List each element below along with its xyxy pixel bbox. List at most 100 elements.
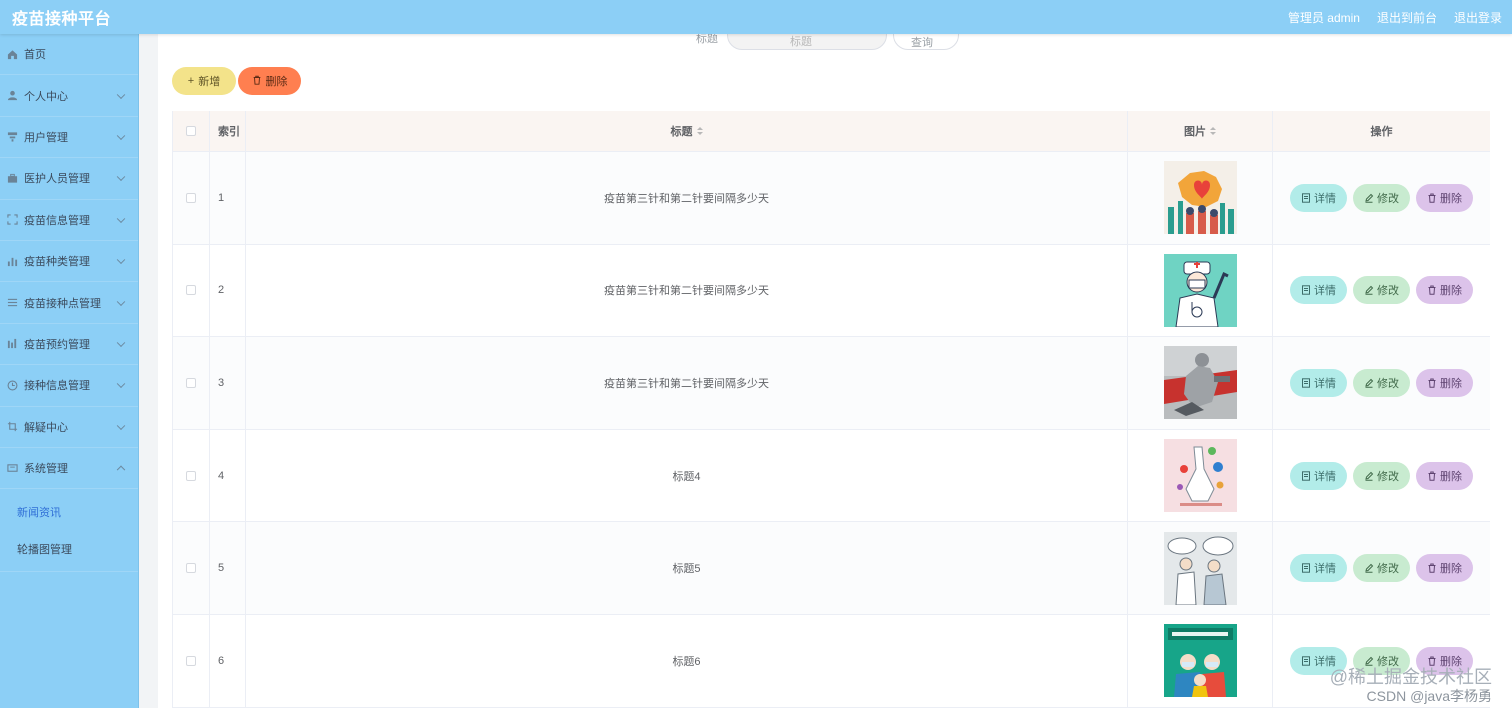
edit-button[interactable]: 修改 [1353, 183, 1410, 212]
table-row: 4 标题4 详情 修改 删除 [173, 429, 1490, 523]
china-map-heart-illustration[interactable] [1163, 161, 1237, 235]
row-image-cell [1128, 337, 1273, 429]
table-row: 5 标题5 详情 修改 删除 [173, 522, 1490, 615]
chevron-down-icon [116, 172, 126, 182]
virus-cleaning-illustration[interactable] [1163, 439, 1237, 513]
row-index: 6 [210, 614, 246, 707]
bar-chart-icon [6, 255, 18, 267]
chevron-down-icon [116, 131, 126, 141]
disinfection-worker-photo[interactable] [1163, 346, 1237, 420]
sidebar-item-label: 医护人员管理 [24, 173, 90, 186]
row-checkbox[interactable] [186, 470, 196, 481]
detail-button[interactable]: 详情 [1290, 276, 1347, 305]
row-select-cell [173, 152, 210, 244]
column-header-index: 索引 [210, 111, 246, 151]
sidebar-item-vaccination-info[interactable]: 接种信息管理 [0, 365, 138, 407]
sort-icon[interactable] [696, 127, 703, 135]
sidebar-item-label: 首页 [24, 49, 46, 62]
sort-icon[interactable] [1210, 127, 1216, 135]
row-checkbox[interactable] [186, 192, 196, 203]
column-header-title-label: 标题 [670, 126, 693, 138]
sidebar-subitem-carousel[interactable]: 轮播图管理 [0, 530, 138, 567]
top-header: 疫苗接种平台 管理员 admin 退出到前台 退出登录 [0, 0, 1512, 34]
edit-button[interactable]: 修改 [1353, 368, 1410, 397]
row-checkbox[interactable] [186, 285, 196, 296]
sidebar-item-system[interactable]: 系统管理 [0, 448, 138, 490]
sidebar-item-personal[interactable]: 个人中心 [0, 75, 138, 117]
back-to-front-link[interactable]: 退出到前台 [1377, 9, 1437, 26]
select-all-checkbox[interactable] [186, 126, 196, 136]
sidebar-item-label: 接种信息管理 [24, 380, 90, 393]
doctor-cartoon-illustration[interactable] [1163, 253, 1237, 327]
row-index: 2 [210, 244, 246, 337]
document-icon [1302, 285, 1310, 296]
chevron-down-icon [116, 379, 126, 389]
sidebar-item-appointment[interactable]: 疫苗预约管理 [0, 324, 138, 366]
sidebar-item-home[interactable]: 首页 [0, 34, 138, 76]
edit-button[interactable]: 修改 [1353, 276, 1410, 305]
home-icon [6, 48, 18, 60]
pencil-icon [1365, 286, 1374, 296]
detail-button[interactable]: 详情 [1290, 368, 1347, 397]
row-image-cell [1128, 522, 1273, 614]
edit-button-label: 修改 [1377, 192, 1399, 205]
current-user[interactable]: 管理员 admin [1288, 9, 1360, 26]
row-image-cell [1128, 429, 1273, 522]
edit-button-label: 修改 [1377, 377, 1399, 390]
sidebar-item-vaccine-type[interactable]: 疫苗种类管理 [0, 241, 138, 283]
column-header-image[interactable]: 图片 [1128, 111, 1273, 151]
row-select-cell [173, 244, 210, 337]
sidebar-item-vaccination-site[interactable]: 疫苗接种点管理 [0, 282, 138, 324]
doctor-patient-sketch[interactable] [1163, 531, 1237, 605]
pencil-icon [1365, 471, 1374, 481]
delete-button[interactable]: 删除 [1416, 461, 1473, 490]
search-button[interactable]: 查询 [893, 34, 959, 50]
table-row: 6 标题6 详情 修改 删除 [173, 614, 1490, 708]
detail-button-label: 详情 [1314, 285, 1336, 298]
delete-button[interactable]: 删除 [1416, 646, 1473, 675]
sidebar-item-vaccine-info[interactable]: 疫苗信息管理 [0, 200, 138, 241]
delete-button[interactable]: 删除 [1416, 554, 1473, 583]
sidebar-item-label: 疫苗预约管理 [24, 338, 90, 351]
logout-link[interactable]: 退出登录 [1454, 9, 1502, 26]
chevron-down-icon [116, 297, 126, 306]
edit-button[interactable]: 修改 [1353, 646, 1410, 675]
detail-button[interactable]: 详情 [1290, 646, 1347, 675]
trash-icon [252, 75, 262, 88]
main-panel: 标题 标题 查询 + 新增 删除 索引 标题 图片 操作 1 疫苗第三针和第二针… [158, 34, 1512, 708]
sidebar-item-users[interactable]: 用户管理 [0, 117, 138, 159]
row-index: 4 [210, 429, 246, 522]
row-checkbox[interactable] [186, 563, 196, 574]
column-header-title[interactable]: 标题 [246, 111, 1128, 151]
sidebar-item-label: 个人中心 [24, 90, 68, 103]
delete-button[interactable]: 删除 [1416, 368, 1473, 397]
row-checkbox[interactable] [186, 377, 196, 388]
brand-title: 疫苗接种平台 [12, 11, 112, 28]
epidemic-prevention-handbook-cover[interactable] [1163, 624, 1237, 698]
edit-button-label: 修改 [1377, 655, 1399, 668]
row-checkbox[interactable] [186, 655, 196, 666]
clock-icon [6, 379, 18, 391]
delete-button[interactable]: 删除 [1416, 183, 1473, 212]
users-icon [6, 131, 18, 143]
chevron-down-icon [116, 338, 126, 347]
detail-button[interactable]: 详情 [1290, 461, 1347, 490]
edit-button[interactable]: 修改 [1353, 461, 1410, 490]
edit-button[interactable]: 修改 [1353, 554, 1410, 583]
delete-button[interactable]: 删除 [1416, 276, 1473, 305]
sidebar-item-faq[interactable]: 解疑中心 [0, 407, 138, 448]
document-icon [1302, 563, 1310, 573]
add-button[interactable]: + 新增 [172, 67, 236, 95]
row-actions: 详情 修改 删除 [1273, 337, 1490, 429]
search-input[interactable]: 标题 [727, 34, 887, 50]
sidebar-subitem-news[interactable]: 新闻资讯 [0, 493, 138, 530]
detail-button[interactable]: 详情 [1290, 183, 1347, 212]
detail-button[interactable]: 详情 [1290, 554, 1347, 583]
delete-button-label: 删除 [1440, 285, 1462, 298]
sidebar-item-label: 解疑中心 [24, 421, 68, 434]
search-label: 标题 [696, 34, 718, 45]
sidebar-item-medical-staff[interactable]: 医护人员管理 [0, 158, 138, 200]
batch-delete-button[interactable]: 删除 [238, 67, 301, 95]
crop-icon [6, 421, 18, 433]
table-row: 1 疫苗第三针和第二针要间隔多少天 详情 修改 删除 [173, 152, 1490, 245]
